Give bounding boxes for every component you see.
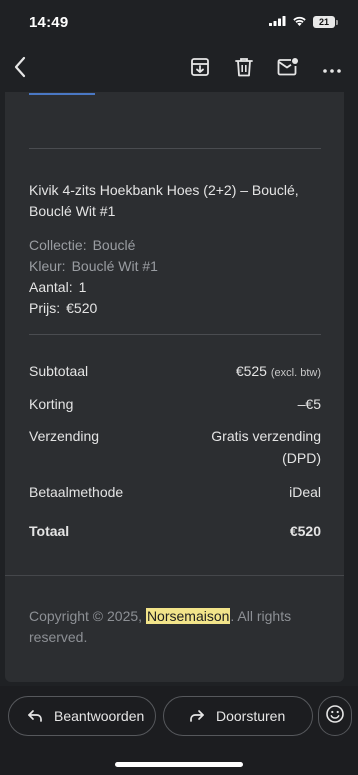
shipping-value: Gratis verzending: [211, 428, 321, 444]
archive-icon: [190, 57, 210, 82]
discount-row: Korting –€5: [29, 396, 321, 412]
payment-value: iDeal: [289, 484, 321, 500]
wifi-icon: [292, 13, 307, 31]
quantity-value: 1: [78, 279, 87, 295]
subtotal-row: Subtotaal €525 (excl. btw): [29, 363, 321, 379]
mark-unread-icon: [277, 57, 299, 82]
delete-button[interactable]: [226, 48, 262, 90]
subtotal-note: (excl. btw): [270, 367, 321, 379]
shipping-row: Verzending Gratis verzending (DPD): [29, 425, 321, 469]
brand-name[interactable]: Norsemaison: [145, 608, 231, 624]
battery-tip: [336, 19, 338, 25]
price-value: €520: [66, 300, 98, 316]
subtotal-value-group: €525 (excl. btw): [236, 363, 321, 379]
reply-icon: [24, 705, 46, 727]
shipping-value-group: Gratis verzending (DPD): [211, 425, 321, 469]
status-time: 14:49: [29, 13, 69, 31]
emoji-reaction-button[interactable]: [318, 696, 352, 736]
status-icons: 21: [269, 13, 338, 31]
collection-line: Collectie: Bouclé: [29, 236, 135, 254]
total-row: Totaal €520: [29, 523, 321, 539]
status-bar: 14:49 21: [0, 0, 358, 44]
link-underline: [29, 93, 95, 95]
color-value: Bouclé Wit #1: [71, 258, 158, 274]
collection-label: Collectie:: [29, 237, 87, 253]
more-icon: [323, 60, 341, 78]
forward-button[interactable]: Doorsturen: [163, 696, 313, 736]
color-label: Kleur:: [29, 258, 66, 274]
total-value: €520: [289, 523, 321, 539]
battery-level: 21: [313, 16, 335, 28]
footer-separator: [5, 575, 344, 576]
quantity-label: Aantal:: [29, 279, 73, 295]
archive-button[interactable]: [182, 48, 218, 90]
divider: [29, 334, 321, 335]
discount-label: Korting: [29, 396, 74, 412]
quantity-line: Aantal: 1: [29, 278, 86, 296]
divider: [29, 148, 321, 149]
home-indicator: [115, 762, 243, 767]
signal-icon: [269, 13, 286, 31]
reply-label: Beantwoorden: [54, 708, 145, 724]
payment-row: Betaalmethode iDeal: [29, 484, 321, 500]
discount-value: –€5: [297, 396, 321, 412]
trash-icon: [235, 57, 253, 82]
subtotal-value: €525: [235, 363, 267, 379]
price-line: Prijs: €520: [29, 299, 97, 317]
back-button[interactable]: [2, 48, 38, 90]
price-label: Prijs:: [29, 300, 61, 316]
emoji-icon: [325, 704, 345, 729]
shipping-label: Verzending: [29, 428, 100, 444]
reply-button[interactable]: Beantwoorden: [8, 696, 156, 736]
shipping-carrier: (DPD): [282, 450, 321, 466]
more-options-button[interactable]: [314, 48, 350, 90]
product-title: Kivik 4-zits Hoekbank Hoes (2+2) – Boucl…: [29, 182, 299, 219]
forward-label: Doorsturen: [216, 708, 286, 724]
mark-unread-button[interactable]: [270, 48, 306, 90]
total-label: Totaal: [29, 523, 70, 539]
chevron-left-icon: [13, 56, 27, 83]
copyright-prefix: Copyright © 2025,: [29, 608, 146, 624]
email-body: Kivik 4-zits Hoekbank Hoes (2+2) – Boucl…: [5, 92, 344, 682]
forward-icon: [186, 705, 208, 727]
battery-icon: 21: [313, 16, 338, 28]
copyright-text: Copyright © 2025, Norsemaison. All right…: [29, 606, 321, 648]
subtotal-label: Subtotaal: [29, 363, 89, 379]
email-toolbar: [0, 48, 358, 90]
collection-value: Bouclé: [92, 237, 136, 253]
payment-label: Betaalmethode: [29, 484, 124, 500]
color-line: Kleur: Bouclé Wit #1: [29, 257, 158, 275]
